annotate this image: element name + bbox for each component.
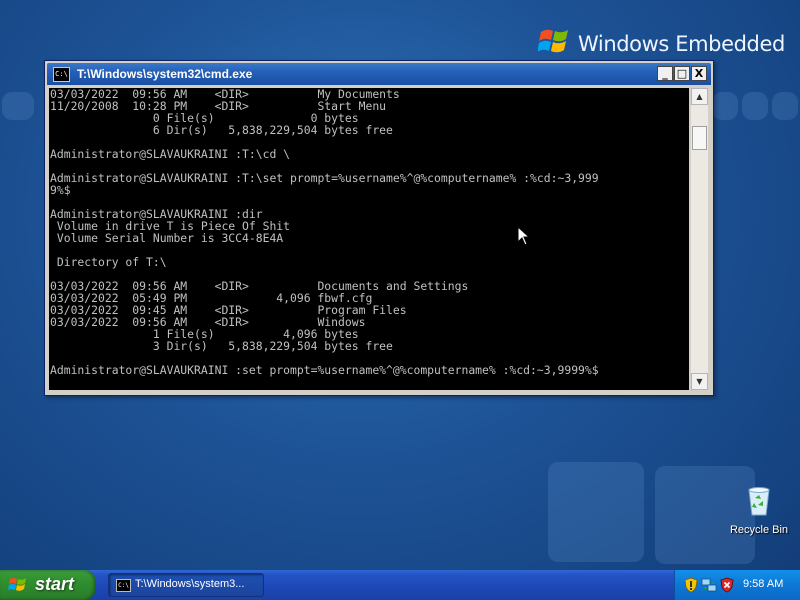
scroll-thumb[interactable] (692, 126, 707, 150)
security-shield-icon[interactable] (683, 577, 699, 593)
console-line: Volume Serial Number is 3CC4-8E4A (50, 231, 284, 245)
console-line: 6 Dir(s) 5,838,229,504 bytes free (50, 123, 393, 137)
vertical-scrollbar[interactable]: ▲ ▼ (691, 88, 708, 390)
windows-flag-icon (8, 578, 26, 591)
recycle-bin-icon (748, 487, 770, 516)
maximize-button[interactable]: □ (674, 66, 690, 81)
console-output[interactable]: 03/03/2022 09:56 AM <DIR> My Documents 11… (49, 88, 689, 390)
wallpaper-tile (2, 92, 34, 120)
console-line: Administrator@SLAVAUKRAINI :T:\set promp… (50, 171, 599, 185)
window-title: T:\Windows\system32\cmd.exe (77, 67, 253, 81)
close-button[interactable]: X (691, 66, 707, 81)
cmd-icon[interactable]: C:\ (53, 67, 70, 82)
minimize-button[interactable]: _ (657, 66, 673, 81)
wallpaper-tile (772, 92, 798, 120)
start-button[interactable]: start (0, 570, 96, 600)
mouse-pointer-icon (517, 226, 531, 246)
cmd-window[interactable]: C:\ T:\Windows\system32\cmd.exe _ □ X 03… (44, 60, 714, 396)
windows-flag-icon (538, 29, 568, 53)
recycle-bin[interactable]: Recycle Bin (726, 486, 792, 542)
cmd-icon: C:\ (116, 579, 131, 592)
wallpaper-tile (548, 462, 644, 562)
taskbar-button-label: T:\Windows\system3... (135, 578, 245, 590)
clock[interactable]: 9:58 AM (743, 578, 783, 590)
console-line: Administrator@SLAVAUKRAINI :set prompt=%… (50, 363, 599, 377)
taskbar-button-cmd[interactable]: C:\ T:\Windows\system3... (108, 573, 264, 597)
scroll-down-button[interactable]: ▼ (691, 373, 708, 390)
wallpaper-tile (712, 92, 738, 120)
security-center-alert-icon[interactable] (719, 577, 735, 593)
network-icon[interactable] (701, 577, 717, 593)
console-text: 03/03/2022 09:56 AM <DIR> My Documents 11… (49, 88, 689, 376)
windows-embedded-logo: Windows Embedded (538, 22, 785, 64)
console-line: 3 Dir(s) 5,838,229,504 bytes free (50, 339, 393, 353)
recycle-bin-label: Recycle Bin (729, 524, 789, 536)
logo-text: Windows Embedded (578, 32, 785, 56)
console-line: 9%$ (50, 183, 71, 197)
window-titlebar[interactable]: C:\ T:\Windows\system32\cmd.exe _ □ X (47, 63, 711, 85)
console-line: Directory of T:\ (50, 255, 167, 269)
system-tray: 9:58 AM (674, 570, 800, 600)
wallpaper-tile (742, 92, 768, 120)
scroll-up-button[interactable]: ▲ (691, 88, 708, 105)
taskbar: start C:\ T:\Windows\system3... 9:58 AM (0, 570, 800, 600)
start-label: start (35, 574, 75, 594)
console-line: Administrator@SLAVAUKRAINI :T:\cd \ (50, 147, 291, 161)
